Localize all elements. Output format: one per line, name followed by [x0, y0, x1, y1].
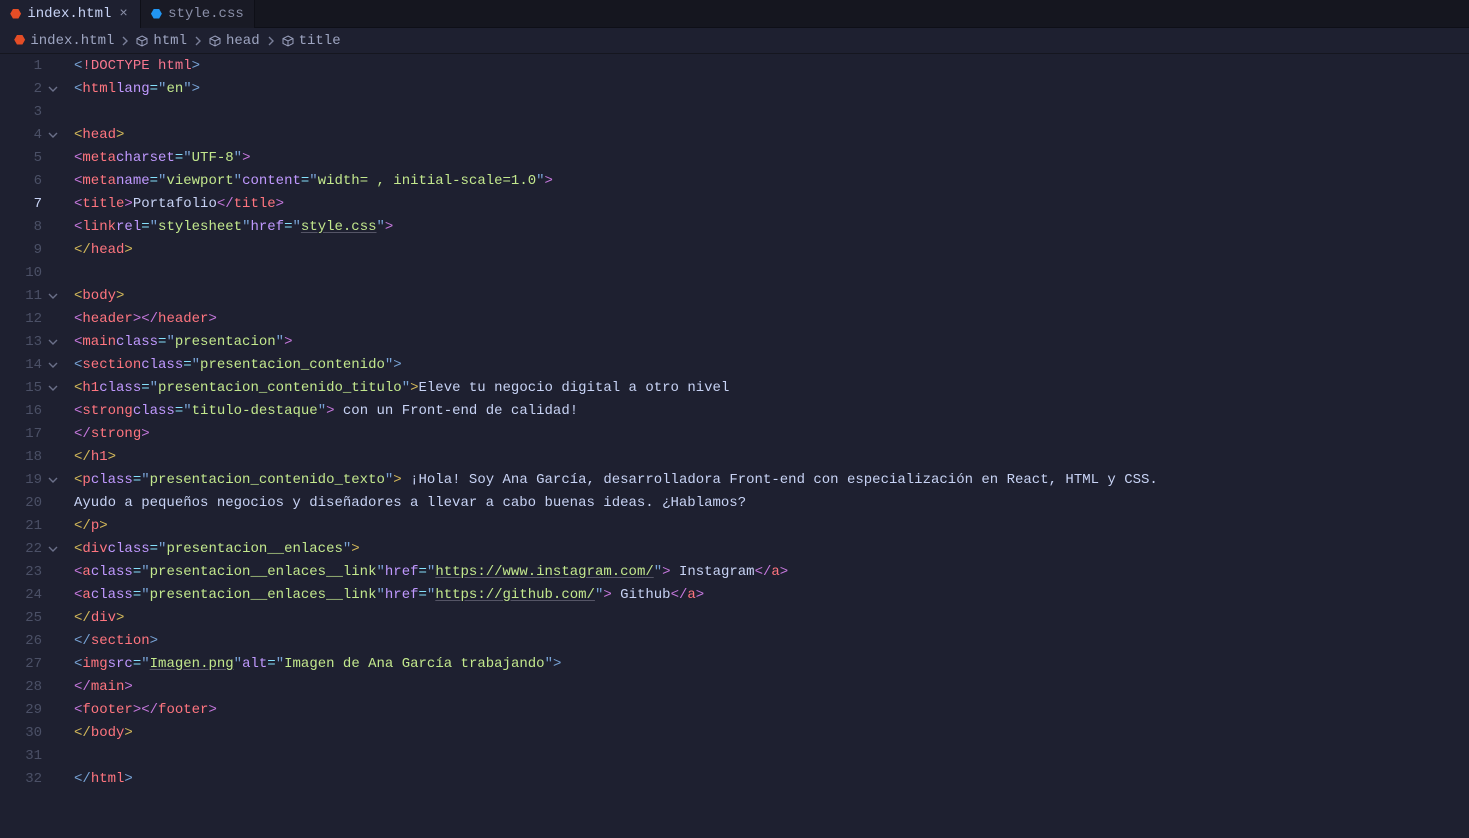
code-line[interactable]: </head> — [74, 238, 1469, 261]
line-number: 27 — [0, 652, 60, 675]
line-number: 24 — [0, 583, 60, 606]
code-line[interactable]: </strong> — [74, 422, 1469, 445]
line-number: 10 — [0, 261, 60, 284]
line-number: 22 — [0, 537, 60, 560]
fold-chevron-icon[interactable] — [46, 84, 60, 94]
fold-chevron-icon[interactable] — [46, 130, 60, 140]
line-number: 16 — [0, 399, 60, 422]
code-line[interactable]: </html> — [74, 767, 1469, 790]
code-line[interactable]: <footer></footer> — [74, 698, 1469, 721]
editor[interactable]: 1234567891011121314151617181920212223242… — [0, 54, 1469, 790]
line-number: 18 — [0, 445, 60, 468]
line-number: 6 — [0, 169, 60, 192]
code-line[interactable]: <img src="Imagen.png" alt="Imagen de Ana… — [74, 652, 1469, 675]
fold-chevron-icon[interactable] — [46, 337, 60, 347]
chevron-right-icon — [120, 36, 130, 46]
code-line[interactable]: <div class="presentacion__enlaces"> — [74, 537, 1469, 560]
code-line[interactable] — [74, 100, 1469, 123]
tab-style-css[interactable]: ⬣ style.css — [141, 0, 255, 28]
code-line[interactable]: <a class="presentacion__enlaces__link" h… — [74, 583, 1469, 606]
cube-icon — [282, 35, 294, 47]
code-line[interactable] — [74, 261, 1469, 284]
code-line[interactable]: <p class="presentacion_contenido_texto">… — [74, 468, 1469, 491]
code-line[interactable]: <html lang="en"> — [74, 77, 1469, 100]
line-number: 14 — [0, 353, 60, 376]
line-number: 7 — [0, 192, 60, 215]
fold-chevron-icon[interactable] — [46, 544, 60, 554]
line-number: 17 — [0, 422, 60, 445]
line-number: 21 — [0, 514, 60, 537]
line-number: 12 — [0, 307, 60, 330]
tab-label: index.html — [27, 6, 111, 22]
fold-chevron-icon[interactable] — [46, 360, 60, 370]
line-number: 32 — [0, 767, 60, 790]
line-number: 5 — [0, 146, 60, 169]
code-line[interactable]: </div> — [74, 606, 1469, 629]
chevron-right-icon — [266, 36, 276, 46]
cube-icon — [136, 35, 148, 47]
line-number: 15 — [0, 376, 60, 399]
line-number: 28 — [0, 675, 60, 698]
code-line[interactable]: <a class="presentacion__enlaces__link" h… — [74, 560, 1469, 583]
gutter: 1234567891011121314151617181920212223242… — [0, 54, 68, 790]
code-line[interactable]: <link rel="stylesheet" href="style.css"> — [74, 215, 1469, 238]
line-number: 1 — [0, 54, 60, 77]
code-line[interactable]: </h1> — [74, 445, 1469, 468]
fold-chevron-icon[interactable] — [46, 475, 60, 485]
line-number: 25 — [0, 606, 60, 629]
chevron-right-icon — [193, 36, 203, 46]
line-number: 3 — [0, 100, 60, 123]
breadcrumb-item[interactable]: head — [209, 33, 260, 49]
code-line[interactable]: </section> — [74, 629, 1469, 652]
code-line[interactable]: <meta charset="UTF-8"> — [74, 146, 1469, 169]
code-line[interactable]: <!DOCTYPE html> — [74, 54, 1469, 77]
breadcrumb-item[interactable]: ⬣ index.html — [14, 33, 114, 49]
tab-index-html[interactable]: ⬣ index.html × — [0, 0, 141, 28]
code-line[interactable]: </p> — [74, 514, 1469, 537]
line-number: 8 — [0, 215, 60, 238]
line-number: 19 — [0, 468, 60, 491]
code-line[interactable]: <section class="presentacion_contenido"> — [74, 353, 1469, 376]
code-line[interactable]: <meta name="viewport" content="width= , … — [74, 169, 1469, 192]
code-line[interactable]: </body> — [74, 721, 1469, 744]
line-number: 9 — [0, 238, 60, 261]
line-number: 29 — [0, 698, 60, 721]
code-line[interactable]: <main class="presentacion"> — [74, 330, 1469, 353]
code-line[interactable]: <head> — [74, 123, 1469, 146]
code-line[interactable]: <body> — [74, 284, 1469, 307]
line-number: 4 — [0, 123, 60, 146]
line-number: 2 — [0, 77, 60, 100]
code-line[interactable]: <title>Portafolio</title> — [74, 192, 1469, 215]
code-line[interactable]: </main> — [74, 675, 1469, 698]
css-icon: ⬣ — [151, 7, 162, 22]
fold-chevron-icon[interactable] — [46, 291, 60, 301]
breadcrumb-item[interactable]: html — [136, 33, 187, 49]
line-number: 11 — [0, 284, 60, 307]
line-number: 26 — [0, 629, 60, 652]
code-area[interactable]: <!DOCTYPE html> <html lang="en"> <head> … — [68, 54, 1469, 790]
html5-icon: ⬣ — [10, 7, 21, 22]
line-number: 20 — [0, 491, 60, 514]
code-line[interactable]: <h1 class="presentacion_contenido_titulo… — [74, 376, 1469, 399]
breadcrumb-item[interactable]: title — [282, 33, 341, 49]
line-number: 31 — [0, 744, 60, 767]
cube-icon — [209, 35, 221, 47]
line-number: 30 — [0, 721, 60, 744]
code-line[interactable]: <header></header> — [74, 307, 1469, 330]
fold-chevron-icon[interactable] — [46, 383, 60, 393]
code-line[interactable]: <strong class="titulo-destaque"> con un … — [74, 399, 1469, 422]
breadcrumb: ⬣ index.html html head title — [0, 28, 1469, 54]
line-number: 13 — [0, 330, 60, 353]
tab-label: style.css — [168, 6, 244, 22]
close-icon[interactable]: × — [117, 6, 129, 22]
line-number: 23 — [0, 560, 60, 583]
code-line[interactable]: Ayudo a pequeños negocios y diseñadores … — [74, 491, 1469, 514]
html5-icon: ⬣ — [14, 33, 25, 48]
code-line[interactable] — [74, 744, 1469, 767]
tab-bar: ⬣ index.html × ⬣ style.css — [0, 0, 1469, 28]
